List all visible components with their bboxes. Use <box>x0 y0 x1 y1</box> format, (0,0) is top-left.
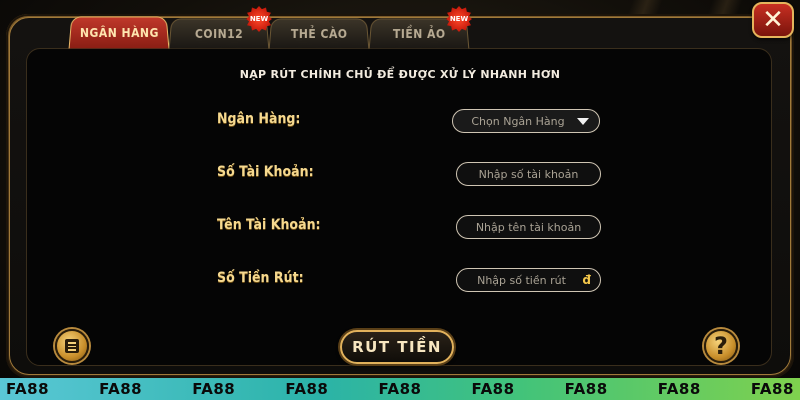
account-name-label: Tên Tài Khoản: <box>217 217 321 233</box>
tab-scratch-card-label: THẺ CÀO <box>290 26 348 41</box>
bank-select-value: Chọn Ngân Hàng <box>471 114 565 128</box>
footer-brand: FA88 <box>99 380 143 398</box>
close-icon: ✕ <box>762 5 784 35</box>
tab-crypto-label: TIỀN ẢO <box>392 26 446 41</box>
withdraw-button[interactable]: RÚT TIỀN <box>340 330 454 364</box>
tab-bank[interactable]: NGÂN HÀNG <box>68 16 170 49</box>
account-number-input[interactable]: Nhập số tài khoản <box>456 162 601 186</box>
amount-placeholder: Nhập số tiền rút <box>477 273 566 287</box>
account-number-placeholder: Nhập số tài khoản <box>478 167 579 181</box>
brand-footer: FA88 FA88 FA88 FA88 FA88 FA88 FA88 FA88 … <box>0 378 800 400</box>
list-icon <box>65 339 79 353</box>
currency-symbol: đ <box>582 273 591 287</box>
footer-brand: FA88 <box>6 380 50 398</box>
form-area <box>26 48 772 366</box>
question-icon: ? <box>714 332 728 360</box>
tab-scratch-card[interactable]: THẺ CÀO <box>268 18 370 49</box>
tab-coin12-label: COIN12 <box>194 26 244 41</box>
footer-brand: FA88 <box>378 380 422 398</box>
amount-input[interactable]: Nhập số tiền rút đ <box>456 268 601 292</box>
account-name-placeholder: Nhập tên tài khoản <box>475 220 582 234</box>
close-button[interactable]: ✕ <box>752 2 794 38</box>
notice-heading: NẠP RÚT CHÍNH CHỦ ĐỂ ĐƯỢC XỬ LÝ NHANH HƠ… <box>239 68 561 81</box>
account-name-input[interactable]: Nhập tên tài khoản <box>456 215 601 239</box>
amount-label: Số Tiền Rút: <box>217 270 304 286</box>
footer-brand: FA88 <box>192 380 236 398</box>
footer-brand: FA88 <box>471 380 515 398</box>
account-number-label: Số Tài Khoản: <box>217 164 314 180</box>
bank-select[interactable]: Chọn Ngân Hàng <box>452 109 600 133</box>
history-button[interactable] <box>55 329 89 363</box>
footer-brand: FA88 <box>750 380 794 398</box>
caret-down-icon <box>577 118 589 125</box>
tab-bank-label: NGÂN HÀNG <box>79 25 159 40</box>
help-button[interactable]: ? <box>704 329 738 363</box>
bank-label: Ngân Hàng: <box>217 111 301 127</box>
footer-brand: FA88 <box>657 380 701 398</box>
footer-brand: FA88 <box>285 380 329 398</box>
footer-brand: FA88 <box>564 380 608 398</box>
